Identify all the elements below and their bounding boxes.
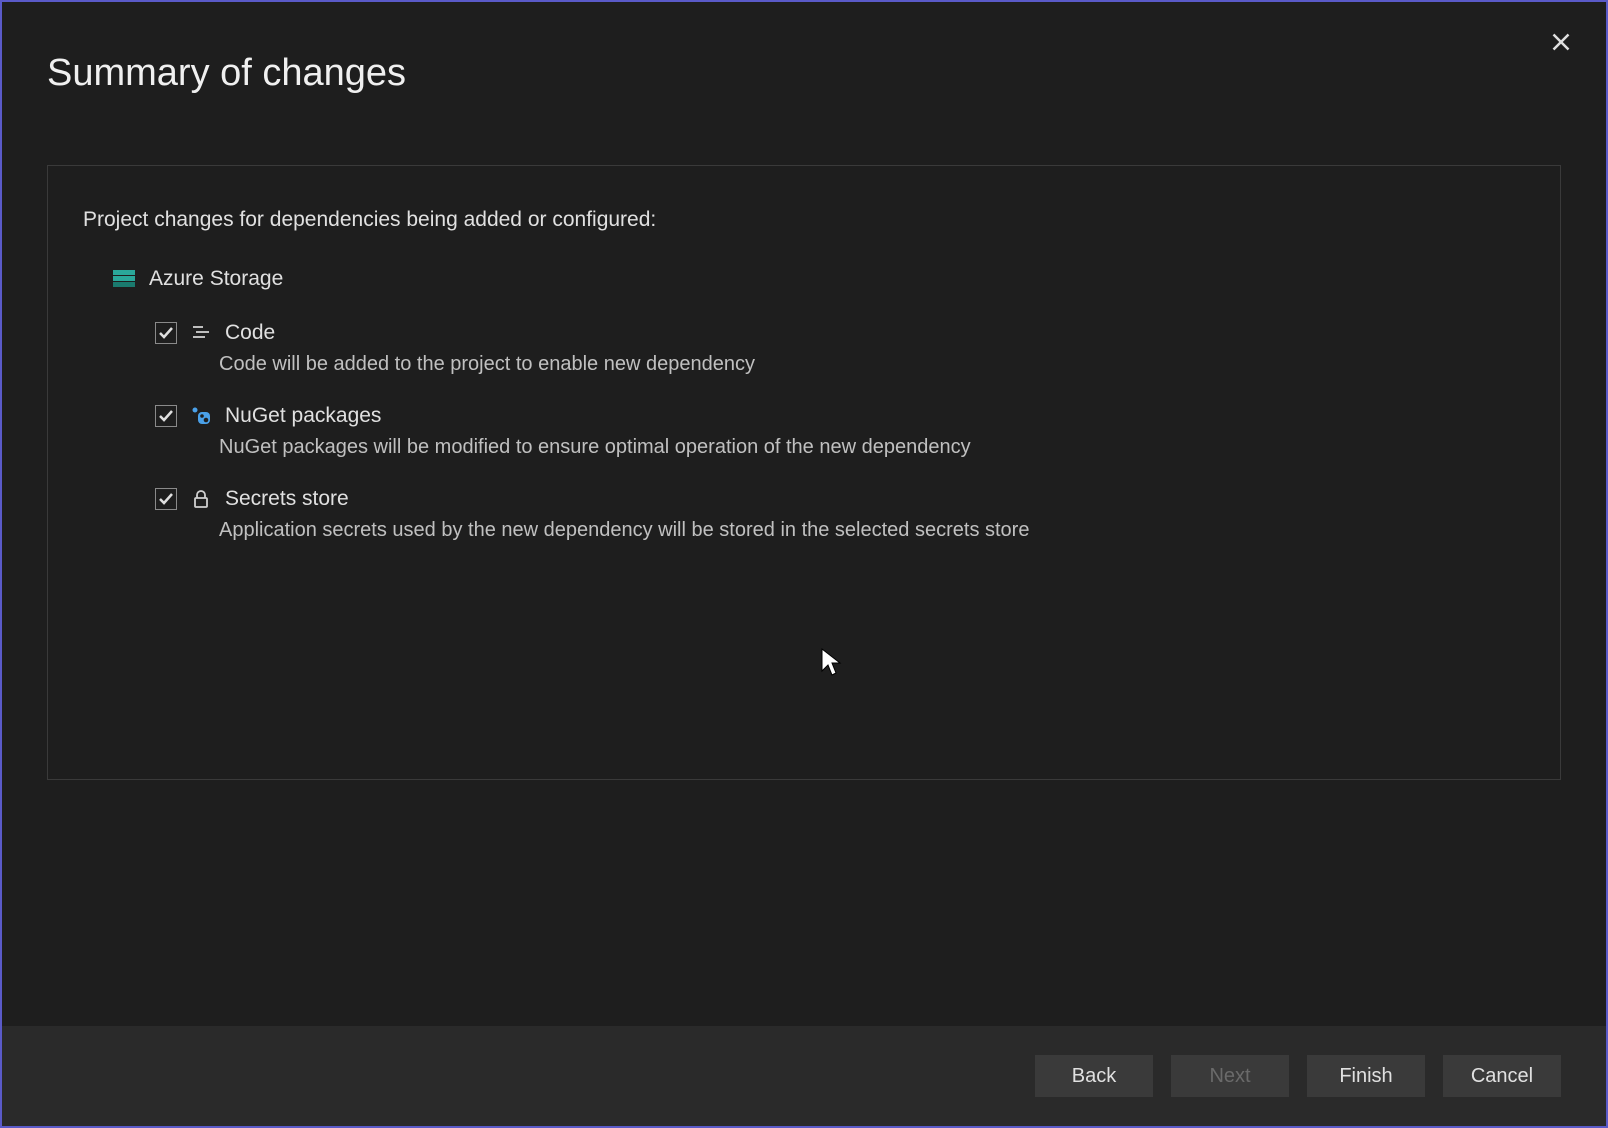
close-button[interactable]: [1541, 22, 1581, 62]
checkbox-nuget[interactable]: [155, 405, 177, 427]
change-description-secrets: Application secrets used by the new depe…: [219, 519, 1525, 542]
check-icon: [158, 491, 174, 507]
close-icon: [1551, 32, 1571, 52]
cancel-button[interactable]: Cancel: [1443, 1055, 1561, 1097]
dialog-title: Summary of changes: [47, 52, 1561, 95]
change-title-secrets: Secrets store: [225, 487, 349, 511]
change-description-code: Code will be added to the project to ena…: [219, 353, 1525, 376]
intro-text: Project changes for dependencies being a…: [83, 208, 1525, 232]
service-name: Azure Storage: [149, 267, 283, 291]
code-icon: [191, 323, 211, 343]
nuget-icon: [191, 406, 211, 426]
change-title-code: Code: [225, 321, 275, 345]
back-button[interactable]: Back: [1035, 1055, 1153, 1097]
next-button: Next: [1171, 1055, 1289, 1097]
check-icon: [158, 408, 174, 424]
change-title-nuget: NuGet packages: [225, 404, 381, 428]
change-description-nuget: NuGet packages will be modified to ensur…: [219, 436, 1525, 459]
checkbox-code[interactable]: [155, 322, 177, 344]
change-item-code: Code Code will be added to the project t…: [155, 321, 1525, 376]
service-row: Azure Storage: [113, 267, 1525, 291]
content-panel: Project changes for dependencies being a…: [47, 165, 1561, 780]
check-icon: [158, 325, 174, 341]
dialog-footer: Back Next Finish Cancel: [2, 1026, 1606, 1126]
lock-icon: [191, 489, 211, 509]
finish-button[interactable]: Finish: [1307, 1055, 1425, 1097]
change-item-nuget: NuGet packages NuGet packages will be mo…: [155, 404, 1525, 459]
checkbox-secrets[interactable]: [155, 488, 177, 510]
change-item-secrets: Secrets store Application secrets used b…: [155, 487, 1525, 542]
azure-storage-icon: [113, 270, 135, 288]
